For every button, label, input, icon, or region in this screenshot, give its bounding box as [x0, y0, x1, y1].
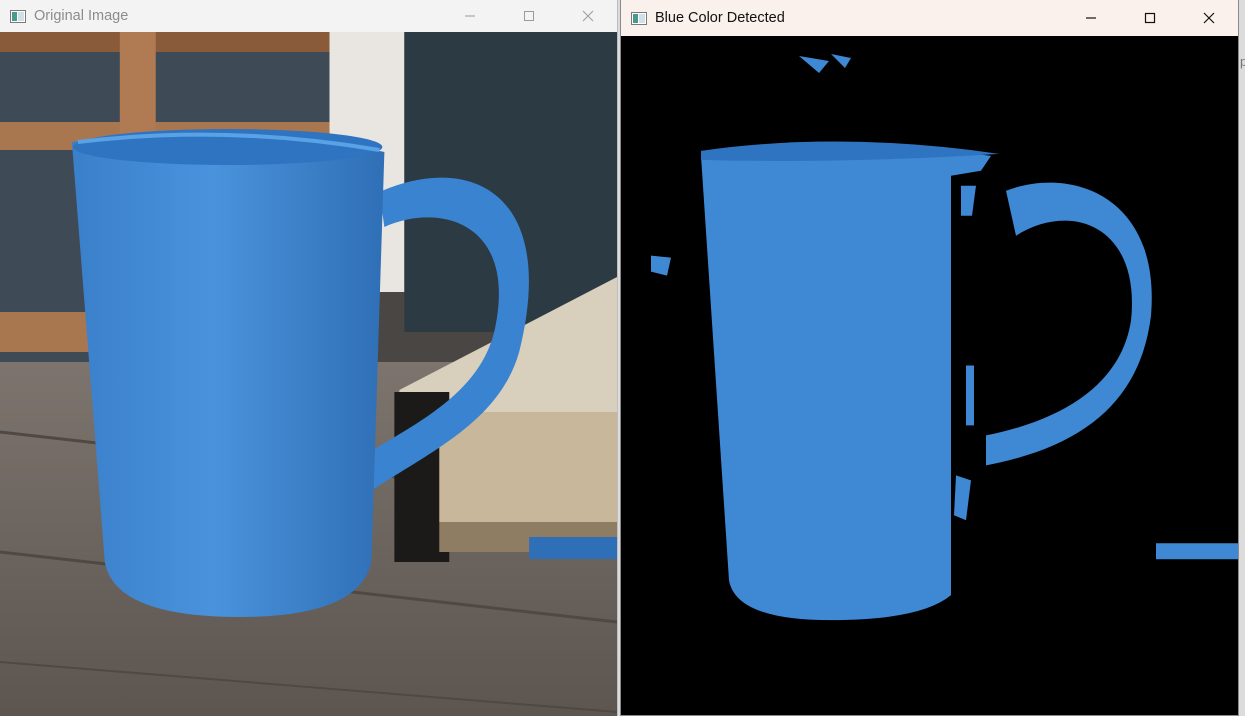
original-photo: [0, 32, 617, 716]
blue-mask-canvas: [621, 36, 1238, 715]
background-window-edge: p: [1240, 54, 1245, 69]
window-title: Original Image: [34, 8, 129, 24]
blue-mask-image: [621, 36, 1238, 715]
close-button[interactable]: [558, 0, 617, 32]
original-image-window: Original Image: [0, 0, 618, 716]
maximize-button[interactable]: [1120, 0, 1179, 36]
maximize-button[interactable]: [499, 0, 558, 32]
minimize-button[interactable]: [440, 0, 499, 32]
maximize-icon: [523, 11, 534, 21]
window-title: Blue Color Detected: [655, 10, 785, 26]
minimize-button[interactable]: [1061, 0, 1120, 36]
window-controls: [440, 0, 617, 32]
close-icon: [1203, 12, 1214, 24]
minimize-icon: [1085, 17, 1096, 19]
minimize-icon: [464, 15, 475, 17]
original-image-titlebar[interactable]: Original Image: [0, 0, 617, 32]
blue-detected-titlebar[interactable]: Blue Color Detected: [621, 0, 1238, 36]
blue-detected-window: Blue Color Detected: [620, 0, 1239, 716]
app-window-icon: [631, 11, 647, 25]
original-image-canvas: [0, 32, 617, 716]
window-controls: [1061, 0, 1238, 36]
maximize-icon: [1144, 12, 1155, 24]
close-button[interactable]: [1179, 0, 1238, 36]
close-icon: [582, 10, 593, 22]
app-window-icon: [10, 9, 26, 23]
